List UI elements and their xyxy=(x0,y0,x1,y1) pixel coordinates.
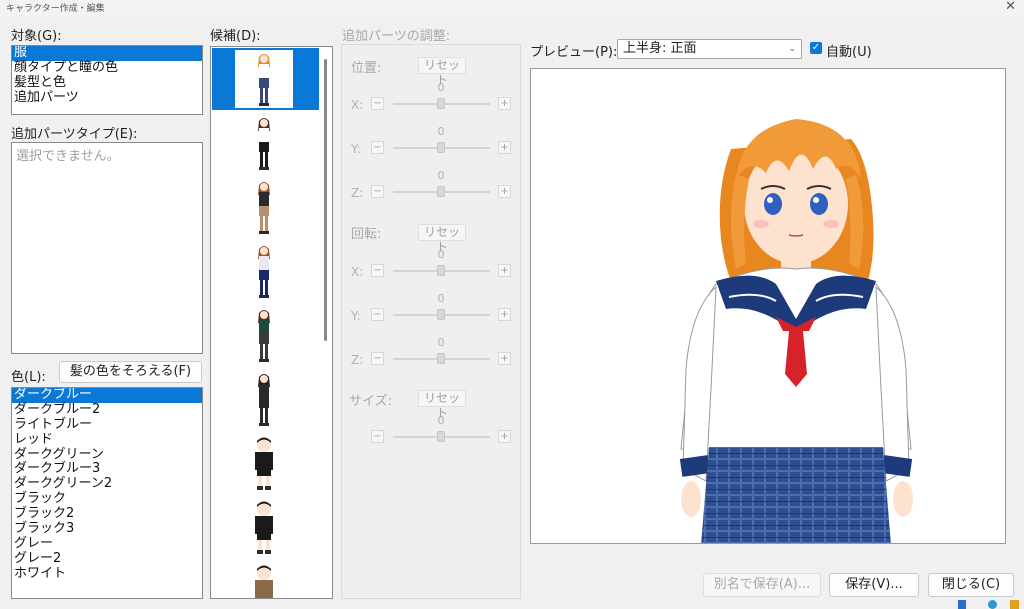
color-list-item[interactable]: グレー xyxy=(12,536,202,552)
rotation-label: 回転: xyxy=(351,227,382,242)
position-y-minus-button[interactable]: − xyxy=(371,141,384,154)
preview-view-value: 上半身: 正面 xyxy=(623,41,697,56)
candidate-thumbnail-shirt-jeans[interactable] xyxy=(249,243,279,301)
size-value: 0 xyxy=(437,414,445,427)
candidate-thumbnail-dark-suit[interactable] xyxy=(249,371,279,429)
color-list-item[interactable]: ブラック3 xyxy=(12,521,202,537)
rotation-x-slider-thumb[interactable] xyxy=(437,265,445,276)
size-plus-button[interactable]: + xyxy=(498,430,511,443)
size-slider-thumb[interactable] xyxy=(437,431,445,442)
adjust-panel: 位置: リセット 0 X: − + 0 Y: − + 0 Z: − + 回転: … xyxy=(341,44,521,599)
color-list-item[interactable]: レッド xyxy=(12,432,202,448)
color-list[interactable]: ダークブルー ダークブルー2 ライトブルー レッド ダークグリーン ダークブルー3 ダークグ… xyxy=(11,387,203,599)
save-as-button[interactable]: 別名で保存(A)... xyxy=(703,573,821,597)
position-reset-button[interactable]: リセット xyxy=(418,57,466,87)
rotation-x-plus-button[interactable]: + xyxy=(498,264,511,277)
target-label: 対象(G): xyxy=(11,29,62,44)
color-list-item[interactable]: ダークブルー xyxy=(12,388,202,403)
candidates-scrollbar[interactable] xyxy=(324,59,327,341)
match-hair-color-button[interactable]: 髪の色をそろえる(F) xyxy=(59,361,202,383)
position-z-plus-button[interactable]: + xyxy=(498,185,511,198)
target-list-item[interactable]: 顔タイプと瞳の色 xyxy=(12,60,202,76)
position-z-label: Z: xyxy=(351,186,364,200)
candidates-label: 候補(D): xyxy=(210,29,261,44)
rotation-z-plus-button[interactable]: + xyxy=(498,352,511,365)
rotation-z-slider-thumb[interactable] xyxy=(437,353,445,364)
position-z-minus-button[interactable]: − xyxy=(371,185,384,198)
position-x-plus-button[interactable]: + xyxy=(498,97,511,110)
candidate-thumbnail-gakuran-short-2[interactable] xyxy=(249,499,279,557)
color-list-item[interactable]: グレー2 xyxy=(12,551,202,567)
position-x-value: 0 xyxy=(437,81,445,94)
chevron-down-icon: ⌄ xyxy=(788,44,796,54)
close-button[interactable]: 閉じる(C) xyxy=(928,573,1014,597)
rotation-y-plus-button[interactable]: + xyxy=(498,308,511,321)
folder-icon xyxy=(1010,600,1019,609)
candidate-thumbnail-gakuran-short[interactable] xyxy=(249,435,279,493)
rotation-y-label: Y: xyxy=(351,309,361,323)
rotation-z-value: 0 xyxy=(437,336,445,349)
size-minus-button[interactable]: − xyxy=(371,430,384,443)
app-icon xyxy=(958,600,966,609)
auto-label[interactable]: 自動(U) xyxy=(826,41,872,60)
color-list-item[interactable]: ダークブルー3 xyxy=(12,462,202,477)
window-title: キャラクター作成・編集 xyxy=(6,4,105,14)
position-x-slider-thumb[interactable] xyxy=(437,98,445,109)
candidate-thumbnail-green-jacket[interactable] xyxy=(249,307,279,365)
position-y-plus-button[interactable]: + xyxy=(498,141,511,154)
rotation-y-minus-button[interactable]: − xyxy=(371,308,384,321)
color-list-item[interactable]: ブラック2 xyxy=(12,506,202,522)
target-list-item[interactable]: 追加パーツ xyxy=(12,90,202,106)
position-label: 位置: xyxy=(351,61,382,76)
color-list-item[interactable]: ブラック xyxy=(12,491,202,507)
position-z-value: 0 xyxy=(437,169,445,182)
save-button[interactable]: 保存(V)... xyxy=(829,573,919,597)
rotation-z-label: Z: xyxy=(351,353,364,367)
preview-label: プレビュー(P): xyxy=(530,45,618,60)
rotation-reset-button[interactable]: リセット xyxy=(418,224,466,254)
position-y-value: 0 xyxy=(437,125,445,138)
close-icon[interactable]: ✕ xyxy=(1005,0,1016,14)
title-bar: キャラクター作成・編集 ✕ xyxy=(0,0,1024,16)
position-x-minus-button[interactable]: − xyxy=(371,97,384,110)
color-list-item[interactable]: ダークブルー2 xyxy=(12,402,202,418)
extra-parts-placeholder: 選択できません。 xyxy=(16,149,120,164)
taskbar-icons xyxy=(950,596,1024,609)
extra-parts-type-label: 追加パーツタイプ(E): xyxy=(11,127,138,142)
position-x-label: X: xyxy=(351,98,364,112)
target-list-item[interactable]: 髪型と色 xyxy=(12,75,202,91)
character-preview-illustration xyxy=(679,119,913,543)
candidate-thumbnail-brown-jacket-short[interactable] xyxy=(249,563,279,599)
rotation-x-label: X: xyxy=(351,265,364,279)
extra-parts-type-list[interactable]: 選択できません。 xyxy=(11,142,203,354)
position-y-label: Y: xyxy=(351,142,361,156)
color-list-item[interactable]: ライトブルー xyxy=(12,417,202,433)
rotation-z-minus-button[interactable]: − xyxy=(371,352,384,365)
rotation-x-minus-button[interactable]: − xyxy=(371,264,384,277)
target-list-item[interactable]: 服 xyxy=(12,46,202,61)
candidate-thumbnail-sailor-uniform[interactable] xyxy=(249,51,279,109)
position-y-slider-thumb[interactable] xyxy=(437,142,445,153)
position-z-slider-thumb[interactable] xyxy=(437,186,445,197)
color-list-item[interactable]: ダークグリーン2 xyxy=(12,476,202,492)
color-list-item[interactable]: ホワイト xyxy=(12,566,202,582)
browser-icon xyxy=(988,600,997,609)
preview-canvas[interactable] xyxy=(530,68,1006,544)
auto-checkbox[interactable]: ✓ xyxy=(810,42,822,54)
adjust-label: 追加パーツの調整: xyxy=(342,29,451,44)
rotation-x-value: 0 xyxy=(437,248,445,261)
candidate-thumbnail-blazer[interactable] xyxy=(249,115,279,173)
rotation-y-slider-thumb[interactable] xyxy=(437,309,445,320)
rotation-y-value: 0 xyxy=(437,292,445,305)
size-label: サイズ: xyxy=(349,394,392,409)
candidates-list[interactable] xyxy=(210,46,333,599)
color-label: 色(L): xyxy=(11,370,46,385)
target-list[interactable]: 服顔タイプと瞳の色 髪型と色 追加パーツ xyxy=(11,45,203,115)
candidate-thumbnail-sweater-plaid[interactable] xyxy=(249,179,279,237)
size-reset-button[interactable]: リセット xyxy=(418,390,466,420)
preview-view-select[interactable]: 上半身: 正面 ⌄ xyxy=(617,39,802,59)
